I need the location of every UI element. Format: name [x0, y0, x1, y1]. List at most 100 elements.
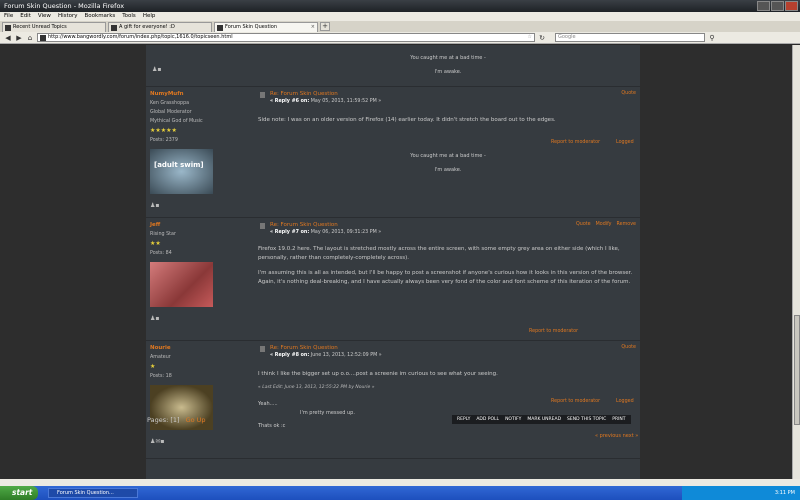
site-icon [40, 34, 46, 41]
quote-button[interactable]: Quote [621, 91, 636, 96]
post-text: I think I like the bigger set up o.o....… [258, 371, 498, 377]
add-poll-button[interactable]: ADD POLL [476, 415, 499, 424]
rank-stars: ★ [150, 363, 156, 370]
avatar: [adult swim] [150, 149, 213, 194]
menu-view[interactable]: View [38, 12, 51, 21]
send-topic-button[interactable]: SEND THIS TOPIC [567, 415, 606, 424]
post-count: Posts: 2379 [150, 138, 178, 143]
new-tab-button[interactable]: + [320, 22, 330, 31]
close-button[interactable] [785, 1, 798, 11]
signature: You caught me at a bad time - I'm awake. [258, 153, 638, 173]
username[interactable]: NumyMufn [150, 91, 246, 97]
maximize-button[interactable] [771, 1, 784, 11]
post-subject[interactable]: Re: Forum Skin Question [258, 345, 638, 352]
scrollbar-thumb[interactable] [794, 315, 800, 425]
back-icon[interactable]: ◀ [4, 34, 12, 42]
window-title: Forum Skin Question - Mozilla Firefox [4, 2, 125, 10]
url-bar[interactable]: http://www.bangwordly.com/forum/index.ph… [37, 33, 535, 42]
rank-stars: ★★ [150, 240, 161, 247]
modify-button[interactable]: Modify [596, 222, 612, 227]
post-datetime: June 13, 2013, 12:52:09 PM » [310, 353, 382, 358]
reply-number: « Reply #8 on: [270, 353, 310, 358]
notify-button[interactable]: NOTIFY [505, 415, 521, 424]
prev-next-links[interactable]: « previous next » [595, 433, 638, 439]
tab-label: Recent Unread Topics [13, 24, 67, 30]
logged-label: Logged [616, 399, 634, 404]
window-controls [757, 1, 798, 11]
signature-line: I'm awake. [434, 69, 462, 75]
pages-label[interactable]: Pages: [1] [147, 416, 180, 424]
favicon-icon [217, 24, 223, 31]
profile-icons[interactable]: ♟▪ [152, 66, 161, 73]
post-subject[interactable]: Re: Forum Skin Question [258, 91, 638, 98]
reload-icon[interactable]: ↻ [538, 34, 546, 42]
forward-icon[interactable]: ▶ [15, 34, 23, 42]
report-link[interactable]: Report to moderator [529, 329, 578, 334]
window-titlebar: Forum Skin Question - Mozilla Firefox [0, 0, 800, 12]
profile-icons[interactable]: ♟▪ [150, 202, 246, 209]
tab-close-icon[interactable]: × [311, 23, 315, 32]
post-7: Jeff Rising Star ★★ Posts: 84 ♟▪ Re: For… [146, 219, 640, 341]
favicon-icon [111, 24, 117, 31]
home-icon[interactable]: ⌂ [26, 34, 34, 42]
go-up-link[interactable]: Go Up [186, 416, 206, 424]
user-rank: Rising Star [150, 232, 176, 237]
post-count: Posts: 84 [150, 251, 172, 256]
report-link[interactable]: Report to moderator [551, 399, 600, 404]
post-date: « Reply #6 on: May 05, 2013, 11:59:52 PM… [258, 99, 638, 104]
tab-recent-unread[interactable]: Recent Unread Topics [2, 22, 106, 32]
tab-gift[interactable]: A gift for everyone! :D [108, 22, 212, 32]
post-date: « Reply #8 on: June 13, 2013, 12:52:09 P… [258, 353, 638, 358]
bookmark-star-icon[interactable]: ☆ [528, 34, 532, 41]
menu-file[interactable]: File [4, 12, 13, 21]
post-paragraph-2: I'm assuming this is all as intended, bu… [258, 270, 633, 285]
quote-button[interactable]: Quote [621, 345, 636, 350]
mark-unread-button[interactable]: MARK UNREAD [527, 415, 561, 424]
taskbar: start Forum Skin Question... 3:11 PM [0, 486, 800, 500]
avatar-text: [adult swim] [154, 161, 204, 169]
tab-forum-skin[interactable]: Forum Skin Question × [214, 22, 318, 32]
last-edit: « Last Edit: June 13, 2013, 12:55:22 PM … [258, 385, 375, 390]
profile-icons[interactable]: ♟▪ [150, 315, 246, 322]
favicon-icon [5, 24, 11, 31]
username[interactable]: Jeff [150, 222, 246, 228]
post-count: Posts: 18 [150, 374, 172, 379]
user-rank: Amateur [150, 355, 171, 360]
print-button[interactable]: PRINT [612, 415, 625, 424]
start-button[interactable]: start [0, 486, 38, 500]
post-text: Side note: I was on an older version of … [258, 117, 556, 123]
reply-button[interactable]: REPLY [457, 415, 470, 424]
signature: You caught me at a bad time - I'm awake. [258, 55, 638, 75]
user-rank-2: Mythical God of Music [150, 119, 203, 124]
system-tray: 3:11 PM [682, 486, 800, 500]
search-placeholder: Google [558, 34, 576, 40]
poster-info: Nourie Amateur ★ Posts: 18 ♟✉▪ [150, 345, 246, 445]
search-input[interactable]: Google [555, 33, 705, 42]
post-date: « Reply #7 on: May 06, 2013, 09:31:23 PM… [258, 230, 638, 235]
menu-bookmarks[interactable]: Bookmarks [85, 12, 116, 21]
quote-button[interactable]: Quote [576, 222, 591, 227]
menu-tools[interactable]: Tools [122, 12, 136, 21]
menu-history[interactable]: History [58, 12, 78, 21]
navigation-toolbar: ◀ ▶ ⌂ http://www.bangwordly.com/forum/in… [0, 32, 800, 44]
menu-edit[interactable]: Edit [20, 12, 31, 21]
tab-bar: Recent Unread Topics A gift for everyone… [0, 21, 800, 32]
username[interactable]: Nourie [150, 345, 246, 351]
scrollbar[interactable] [792, 45, 800, 486]
signature-line: I'm awake. [434, 167, 462, 173]
menu-help[interactable]: Help [143, 12, 156, 21]
post-actions: Quote [621, 345, 636, 350]
reply-number: « Reply #7 on: [270, 230, 310, 235]
search-go-icon[interactable]: ⚲ [708, 34, 716, 42]
post-body: Re: Forum Skin Question « Reply #6 on: M… [258, 91, 638, 173]
topic-buttons: REPLY ADD POLL NOTIFY MARK UNREAD SEND T… [452, 415, 631, 424]
avatar [150, 262, 213, 307]
user-rank: Global Moderator [150, 110, 192, 115]
remove-button[interactable]: Remove [617, 222, 636, 227]
signature-line: You caught me at a bad time - [410, 55, 486, 61]
report-link[interactable]: Report to moderator [551, 140, 600, 145]
minimize-button[interactable] [757, 1, 770, 11]
taskbar-window-button[interactable]: Forum Skin Question... [48, 488, 138, 498]
profile-icons[interactable]: ♟✉▪ [150, 438, 246, 445]
user-title: Ken Grasshoppa [150, 101, 190, 106]
